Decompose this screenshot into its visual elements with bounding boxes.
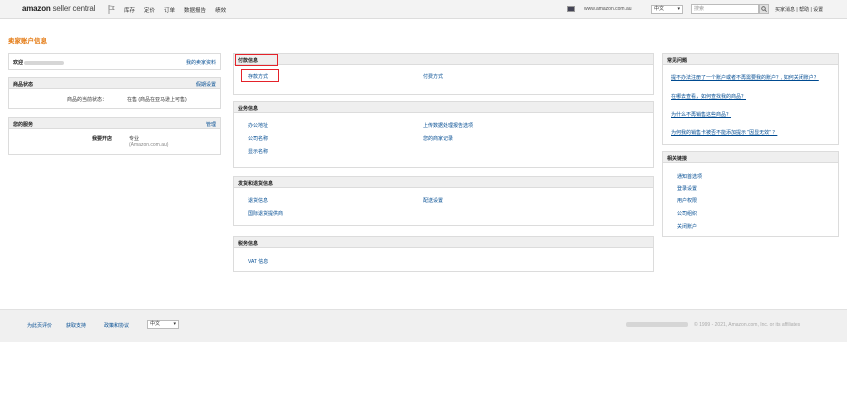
office-address-link[interactable]: 办公地址 xyxy=(248,122,268,129)
flag-icon[interactable] xyxy=(108,5,115,14)
nav-orders[interactable]: 订单 xyxy=(164,6,175,14)
services-header: 您的服务 管理 xyxy=(9,118,220,129)
listing-status-value: 在售 (商品在亚马逊上可售) xyxy=(127,97,187,103)
tax-info-header: 税务信息 xyxy=(234,237,653,248)
seller-name-redacted xyxy=(24,60,65,65)
language-select[interactable]: 中文 xyxy=(651,5,683,14)
charge-methods-link[interactable]: 付费方式 xyxy=(423,73,443,80)
nav-performance[interactable]: 绩效 xyxy=(215,6,226,14)
logo-sub-text: seller central xyxy=(50,4,96,13)
get-support-link[interactable]: 获取支持 xyxy=(66,322,86,329)
vacation-settings-link[interactable]: 假期设置 xyxy=(196,81,216,88)
marketplace-domain[interactable]: www.amazon.com.au xyxy=(584,6,632,12)
data-processing-report-link[interactable]: 上传数据处理报告选项 xyxy=(423,122,473,129)
notification-preferences-link[interactable]: 通知首选项 xyxy=(677,173,702,180)
page-title: 卖家账户信息 xyxy=(8,38,47,45)
deposit-methods-highlight xyxy=(241,69,279,82)
close-account-link[interactable]: 关闭账户 xyxy=(677,223,697,230)
nav-pricing[interactable]: 定价 xyxy=(144,6,155,14)
faq-item[interactable]: 在哪去查看，如何查找我的商品？ xyxy=(671,93,746,100)
listing-status-label: 商品的当前状态： xyxy=(67,97,108,103)
service-name: 我要开店 xyxy=(92,136,113,142)
faq-item[interactable]: 为什么不再销售这些商品？ xyxy=(671,111,731,118)
rate-page-link[interactable]: 为此页评价 xyxy=(27,322,52,329)
company-name-link[interactable]: 公司名称 xyxy=(248,135,268,142)
policies-link[interactable]: 政策和协议 xyxy=(104,322,129,329)
amazon-seller-central-logo[interactable]: amazon seller central xyxy=(22,4,95,13)
page-footer: 为此页评价 获取支持 政策和协议 中文 © 1999 - 2021, Amazo… xyxy=(0,309,847,342)
redacted-footer-text xyxy=(626,322,688,327)
header-links[interactable]: 买家消息 | 帮助 | 设置 xyxy=(775,6,823,13)
top-navigation-bar: amazon seller central 库存 定价 订单 数据报告 绩效 w… xyxy=(0,0,847,19)
display-name-link[interactable]: 显示名称 xyxy=(248,148,268,155)
welcome-label: 欢迎 xyxy=(13,59,65,66)
user-permissions-link[interactable]: 用户权限 xyxy=(677,197,697,204)
shipping-settings-link[interactable]: 配送设置 xyxy=(423,197,443,204)
payment-header-highlight xyxy=(235,54,278,66)
logo-main-text: amazon xyxy=(22,4,51,13)
shipping-returns-box: 发货和退货信息 退货信息 国际退货提供商 配送设置 xyxy=(233,176,654,226)
faq-header: 常见问题 xyxy=(663,54,838,65)
marketplace-flag-icon xyxy=(567,6,575,12)
business-info-box: 业务信息 办公地址 公司名称 显示名称 上传数据处理报告选项 您的商家记录 xyxy=(233,101,654,168)
search-icon xyxy=(761,6,767,12)
listing-status-header: 商品状态 假期设置 xyxy=(9,78,220,89)
nav-inventory[interactable]: 库存 xyxy=(124,6,135,14)
faq-item[interactable]: 为何我的销售卡被否不能添加提示 "因显无效" ？ xyxy=(671,129,777,136)
search-button[interactable] xyxy=(759,4,769,14)
return-info-link[interactable]: 退货信息 xyxy=(248,197,268,204)
company-organization-link[interactable]: 公司组织 xyxy=(677,210,697,217)
payment-info-header: 付款信息 xyxy=(234,54,653,65)
footer-language-select[interactable]: 中文 xyxy=(147,320,179,329)
services-box: 您的服务 管理 我要开店 专业 (Amazon.com.au) xyxy=(8,117,221,155)
welcome-box: 欢迎 我的卖家资料 xyxy=(8,53,221,70)
vat-info-link[interactable]: VAT 信息 xyxy=(248,258,268,265)
listing-status-box: 商品状态 假期设置 商品的当前状态： 在售 (商品在亚马逊上可售) xyxy=(8,77,221,109)
faq-item[interactable]: 提不办法注册了一个账户或者不再需要我的账户？, 如何关闭账户？ xyxy=(671,74,819,81)
business-info-header: 业务信息 xyxy=(234,102,653,113)
intl-return-provider-link[interactable]: 国际退货提供商 xyxy=(248,210,283,217)
tax-info-box: 税务信息 VAT 信息 xyxy=(233,236,654,272)
main-nav: 库存 定价 订单 数据报告 绩效 xyxy=(124,6,226,14)
payment-info-box: 付款信息 存款方式 付费方式 xyxy=(233,53,654,95)
seller-profile-link[interactable]: 我的卖家资料 xyxy=(186,59,216,66)
service-plan: 专业 xyxy=(129,136,140,142)
nav-reports[interactable]: 数据报告 xyxy=(184,6,206,14)
shipping-returns-header: 发货和退货信息 xyxy=(234,177,653,188)
related-links-box: 相关链接 通知首选项 登录设置 用户权限 公司组织 关闭账户 xyxy=(662,151,839,237)
login-settings-link[interactable]: 登录设置 xyxy=(677,185,697,192)
related-links-header: 相关链接 xyxy=(663,152,838,163)
service-marketplace: (Amazon.com.au) xyxy=(129,142,169,148)
manage-services-link[interactable]: 管理 xyxy=(206,121,216,128)
search-input[interactable]: 搜索 xyxy=(691,4,759,14)
merchant-record-link[interactable]: 您的商家记录 xyxy=(423,135,453,142)
copyright-text: © 1999 - 2021, Amazon.com, Inc. or its a… xyxy=(694,322,801,328)
faq-box: 常见问题 提不办法注册了一个账户或者不再需要我的账户？, 如何关闭账户？ 在哪去… xyxy=(662,53,839,145)
